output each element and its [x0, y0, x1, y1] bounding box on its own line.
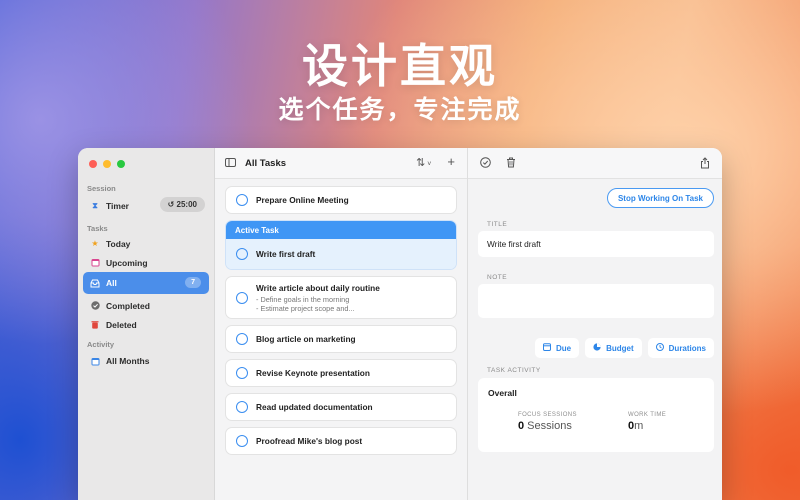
task-checkbox[interactable]	[236, 248, 248, 260]
active-task-card[interactable]: Write first draft	[226, 239, 456, 269]
focus-sessions-label: FOCUS SESSIONS	[518, 412, 577, 418]
task-card[interactable]: Read updated documentation	[225, 393, 457, 421]
session-section-label: Session	[87, 184, 116, 193]
calendar-icon	[89, 258, 101, 267]
tray-icon	[89, 279, 101, 288]
timer-pill[interactable]: ↺ 25:00	[159, 197, 205, 212]
stop-working-button[interactable]: Stop Working On Task	[606, 188, 714, 208]
sidebar-item-timer[interactable]: ⧗ Timer ↺ 25:00	[83, 194, 209, 218]
task-checkbox[interactable]	[236, 333, 248, 345]
sidebar-item-label: Completed	[106, 300, 150, 311]
sidebar-item-label: Deleted	[106, 319, 137, 330]
due-label: Due	[555, 343, 572, 353]
zoom-window-button[interactable]	[117, 160, 125, 168]
active-task-header: Active Task	[226, 221, 456, 239]
task-checkbox[interactable]	[236, 367, 248, 379]
task-list-toolbar: All Tasks ⇅ ˅ +	[215, 148, 467, 179]
sidebar-item-label: Today	[106, 238, 131, 249]
task-title: Blog article on marketing	[256, 334, 356, 344]
sidebar-item-label: Upcoming	[106, 257, 148, 268]
task-title: Proofread Mike's blog post	[256, 436, 363, 446]
pie-chart-icon	[593, 343, 601, 353]
sidebar-item-all[interactable]: All 7	[83, 272, 209, 294]
durations-button[interactable]: Durations	[647, 338, 714, 358]
tasks-section-label: Tasks	[87, 224, 108, 233]
app-window: Session ⧗ Timer ↺ 25:00 Tasks ★ Today Up…	[78, 148, 722, 500]
star-icon: ★	[91, 239, 99, 248]
reset-icon: ↺	[167, 200, 177, 209]
hourglass-icon: ⧗	[92, 201, 98, 210]
task-card[interactable]: Blog article on marketing	[225, 325, 457, 353]
note-label: NOTE	[487, 274, 508, 281]
hero-title: 设计直观	[302, 39, 498, 93]
task-checkbox[interactable]	[236, 194, 248, 206]
detail-toolbar	[468, 148, 722, 179]
check-circle-icon	[89, 301, 101, 310]
task-list-pane: All Tasks ⇅ ˅ + Prepare Online Meeting A…	[215, 148, 468, 500]
share-icon[interactable]	[700, 157, 710, 172]
note-field[interactable]	[478, 284, 714, 318]
sidebar-item-upcoming[interactable]: Upcoming	[83, 253, 209, 272]
task-title: Read updated documentation	[256, 402, 373, 412]
task-title: Write first draft	[256, 249, 316, 259]
chevron-down-icon: ˅	[425, 161, 432, 168]
sidebar: Session ⧗ Timer ↺ 25:00 Tasks ★ Today Up…	[78, 148, 215, 500]
task-card[interactable]: Revise Keynote presentation	[225, 359, 457, 387]
title-field[interactable]: Write first draft	[478, 231, 714, 257]
sidebar-item-label: Timer	[106, 201, 129, 211]
complete-task-icon[interactable]	[480, 157, 491, 171]
activity-section-label: Activity	[87, 340, 115, 349]
sidebar-item-all-months[interactable]: All Months	[83, 350, 209, 372]
task-title: Revise Keynote presentation	[256, 368, 370, 378]
task-activity-card: Overall FOCUS SESSIONS 0 Sessions WORK T…	[478, 378, 714, 452]
add-task-button[interactable]: +	[447, 154, 455, 169]
sidebar-item-deleted[interactable]: Deleted	[83, 315, 209, 334]
clock-icon	[655, 343, 664, 353]
task-checkbox[interactable]	[236, 291, 248, 304]
task-options: Due Budget Durations	[534, 338, 714, 358]
sort-button[interactable]: ⇅ ˅	[416, 156, 431, 169]
task-card[interactable]: Prepare Online Meeting	[225, 186, 457, 214]
title-label: TITLE	[487, 221, 508, 228]
sort-icon: ⇅	[416, 157, 426, 169]
task-list: Prepare Online Meeting Active Task Write…	[215, 179, 467, 455]
budget-button[interactable]: Budget	[585, 338, 642, 358]
focus-sessions-value: 0 Sessions	[518, 420, 572, 432]
hero-subtitle: 选个任务，专注完成	[278, 95, 522, 124]
sidebar-item-today[interactable]: ★ Today	[83, 234, 209, 253]
close-window-button[interactable]	[89, 160, 97, 168]
task-title: Write article about daily routine	[256, 282, 380, 293]
sidebar-item-completed[interactable]: Completed	[83, 296, 209, 315]
sidebar-item-label: All Months	[106, 356, 150, 366]
window-controls	[78, 148, 214, 178]
task-activity-label: TASK ACTIVITY	[487, 367, 541, 374]
count-badge: 7	[185, 277, 201, 288]
active-task-group: Active Task Write first draft	[225, 220, 457, 270]
work-time-value: 0m	[628, 420, 644, 432]
durations-label: Durations	[668, 343, 706, 353]
sidebar-toggle-icon[interactable]	[225, 154, 236, 172]
overall-heading: Overall	[488, 388, 517, 398]
due-button[interactable]: Due	[534, 338, 580, 358]
task-checkbox[interactable]	[236, 435, 248, 447]
task-note-line: - Estimate project scope and...	[256, 303, 355, 313]
budget-label: Budget	[606, 343, 634, 353]
task-card[interactable]: Proofread Mike's blog post	[225, 427, 457, 455]
task-note-line: - Define goals in the morning	[256, 294, 350, 304]
task-detail-pane: Stop Working On Task TITLE Write first d…	[468, 148, 722, 500]
calendar-icon	[89, 357, 101, 366]
calendar-icon	[542, 343, 551, 353]
sidebar-item-label: All	[106, 278, 117, 288]
task-title: Prepare Online Meeting	[256, 195, 349, 205]
minimize-window-button[interactable]	[103, 160, 111, 168]
timer-value: 25:00	[176, 200, 197, 209]
trash-icon	[89, 320, 101, 329]
list-title: All Tasks	[245, 157, 287, 169]
work-time-label: WORK TIME	[628, 412, 667, 418]
trash-icon[interactable]	[506, 157, 516, 171]
task-card[interactable]: Write article about daily routine - Defi…	[225, 276, 457, 319]
task-checkbox[interactable]	[236, 401, 248, 413]
